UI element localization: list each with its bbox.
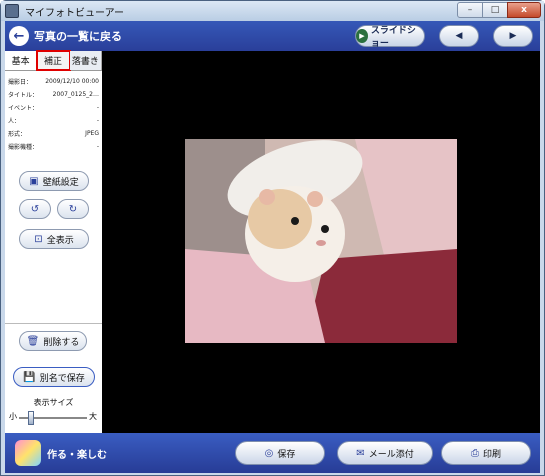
slideshow-button[interactable]: ▶ スライドショー: [355, 25, 425, 49]
info-row: 形式： JPEG: [8, 127, 99, 140]
tab-basic[interactable]: 基本: [5, 51, 38, 70]
info-value: 2007_0125_2…: [52, 91, 99, 98]
info-key: タイトル：: [8, 92, 39, 99]
rotate-left-button[interactable]: ↺: [19, 199, 51, 219]
side-tabs: 基本 補正 落書き: [5, 50, 102, 71]
info-row: 撮影日： 2009/12/10 00:00: [8, 75, 99, 88]
save-as-button[interactable]: 💾 別名で保存: [13, 367, 95, 387]
info-value: -: [96, 143, 99, 150]
photo-info: 撮影日： 2009/12/10 00:00 タイトル： 2007_0125_2… イ…: [5, 71, 102, 153]
info-key: 撮影機種：: [8, 144, 39, 151]
size-label: 表示サイズ: [33, 398, 74, 407]
info-value: 2009/12/10 00:00: [45, 78, 99, 85]
wallpaper-button[interactable]: ▣ 壁紙設定: [19, 171, 89, 191]
info-value: -: [96, 117, 99, 124]
info-key: 形式：: [8, 131, 27, 138]
trash-icon: 🗑: [26, 335, 40, 347]
title-bar: マイフォトビューアー – □ x: [1, 1, 544, 21]
info-value: JPEG: [85, 130, 99, 137]
floppy-icon: 💾: [23, 371, 36, 383]
side-divider: [5, 323, 102, 324]
mail-attach-button[interactable]: ✉ メール添付: [337, 441, 433, 465]
info-row: イベント： -: [8, 101, 99, 114]
rotate-right-icon: ↻: [68, 203, 78, 215]
size-small-label: 小: [9, 412, 17, 421]
wallpaper-label: 壁紙設定: [42, 177, 79, 188]
photo-image: [185, 139, 457, 343]
disc-icon: ◎: [264, 447, 274, 459]
previous-icon: ◀: [455, 31, 463, 41]
slideshow-label: スライドショー: [370, 26, 416, 49]
top-toolbar: ← 写真の一覧に戻る ▶ スライドショー ◀ ▶: [5, 21, 540, 51]
info-row: 人： -: [8, 114, 99, 127]
mail-label: メール添付: [368, 449, 414, 460]
photo-viewer: [102, 51, 540, 433]
rotate-left-icon: ↺: [30, 203, 40, 215]
side-panel: 基本 補正 落書き 撮影日： 2009/12/10 00:00 タイトル： 2007…: [5, 50, 102, 433]
palette-icon: [15, 440, 41, 466]
fit-view-button[interactable]: ⊡ 全表示: [19, 229, 89, 249]
app-icon: [5, 4, 19, 18]
back-arrow-icon[interactable]: ←: [9, 26, 29, 46]
print-button[interactable]: ⎙ 印刷: [441, 441, 531, 465]
save-button[interactable]: ◎ 保存: [235, 441, 325, 465]
tab-correction[interactable]: 補正: [36, 50, 71, 71]
info-key: 人：: [8, 118, 21, 125]
info-row: 撮影機種： -: [8, 140, 99, 153]
next-photo-button[interactable]: ▶: [493, 25, 533, 47]
bottom-toolbar: 作る・楽しむ ◎ 保存 ✉ メール添付 ⎙ 印刷: [5, 433, 540, 473]
info-row: タイトル： 2007_0125_2…: [8, 88, 99, 101]
print-label: 印刷: [482, 449, 501, 460]
fit-label: 全表示: [46, 235, 74, 246]
play-icon: ▶: [356, 29, 368, 43]
fit-icon: ⊡: [34, 233, 43, 245]
printer-icon: ⎙: [470, 447, 479, 459]
info-value: -: [96, 104, 99, 111]
save-label: 保存: [277, 449, 296, 460]
delete-label: 削除する: [43, 337, 80, 348]
tab-doodle[interactable]: 落書き: [69, 51, 102, 70]
slider-thumb[interactable]: [28, 411, 35, 425]
back-to-list-link[interactable]: 写真の一覧に戻る: [34, 28, 122, 44]
save-as-label: 別名で保存: [39, 373, 85, 384]
make-enjoy-link[interactable]: 作る・楽しむ: [47, 446, 107, 461]
window-title: マイフォトビューアー: [25, 7, 124, 19]
monitor-icon: ▣: [29, 175, 39, 187]
size-large-label: 大: [89, 412, 97, 421]
size-slider[interactable]: [19, 411, 87, 425]
close-button[interactable]: x: [507, 2, 541, 18]
previous-photo-button[interactable]: ◀: [439, 25, 479, 47]
maximize-button[interactable]: □: [482, 2, 508, 18]
info-key: 撮影日：: [8, 79, 33, 86]
app-window: マイフォトビューアー – □ x ← 写真の一覧に戻る ▶ スライドショー ◀ …: [0, 0, 545, 476]
hamster-photo: [185, 139, 457, 343]
envelope-icon: ✉: [356, 447, 365, 459]
rotate-right-button[interactable]: ↻: [57, 199, 89, 219]
delete-button[interactable]: 🗑 削除する: [19, 331, 87, 351]
info-key: イベント：: [8, 105, 39, 112]
minimize-button[interactable]: –: [457, 2, 483, 18]
next-icon: ▶: [509, 31, 517, 41]
